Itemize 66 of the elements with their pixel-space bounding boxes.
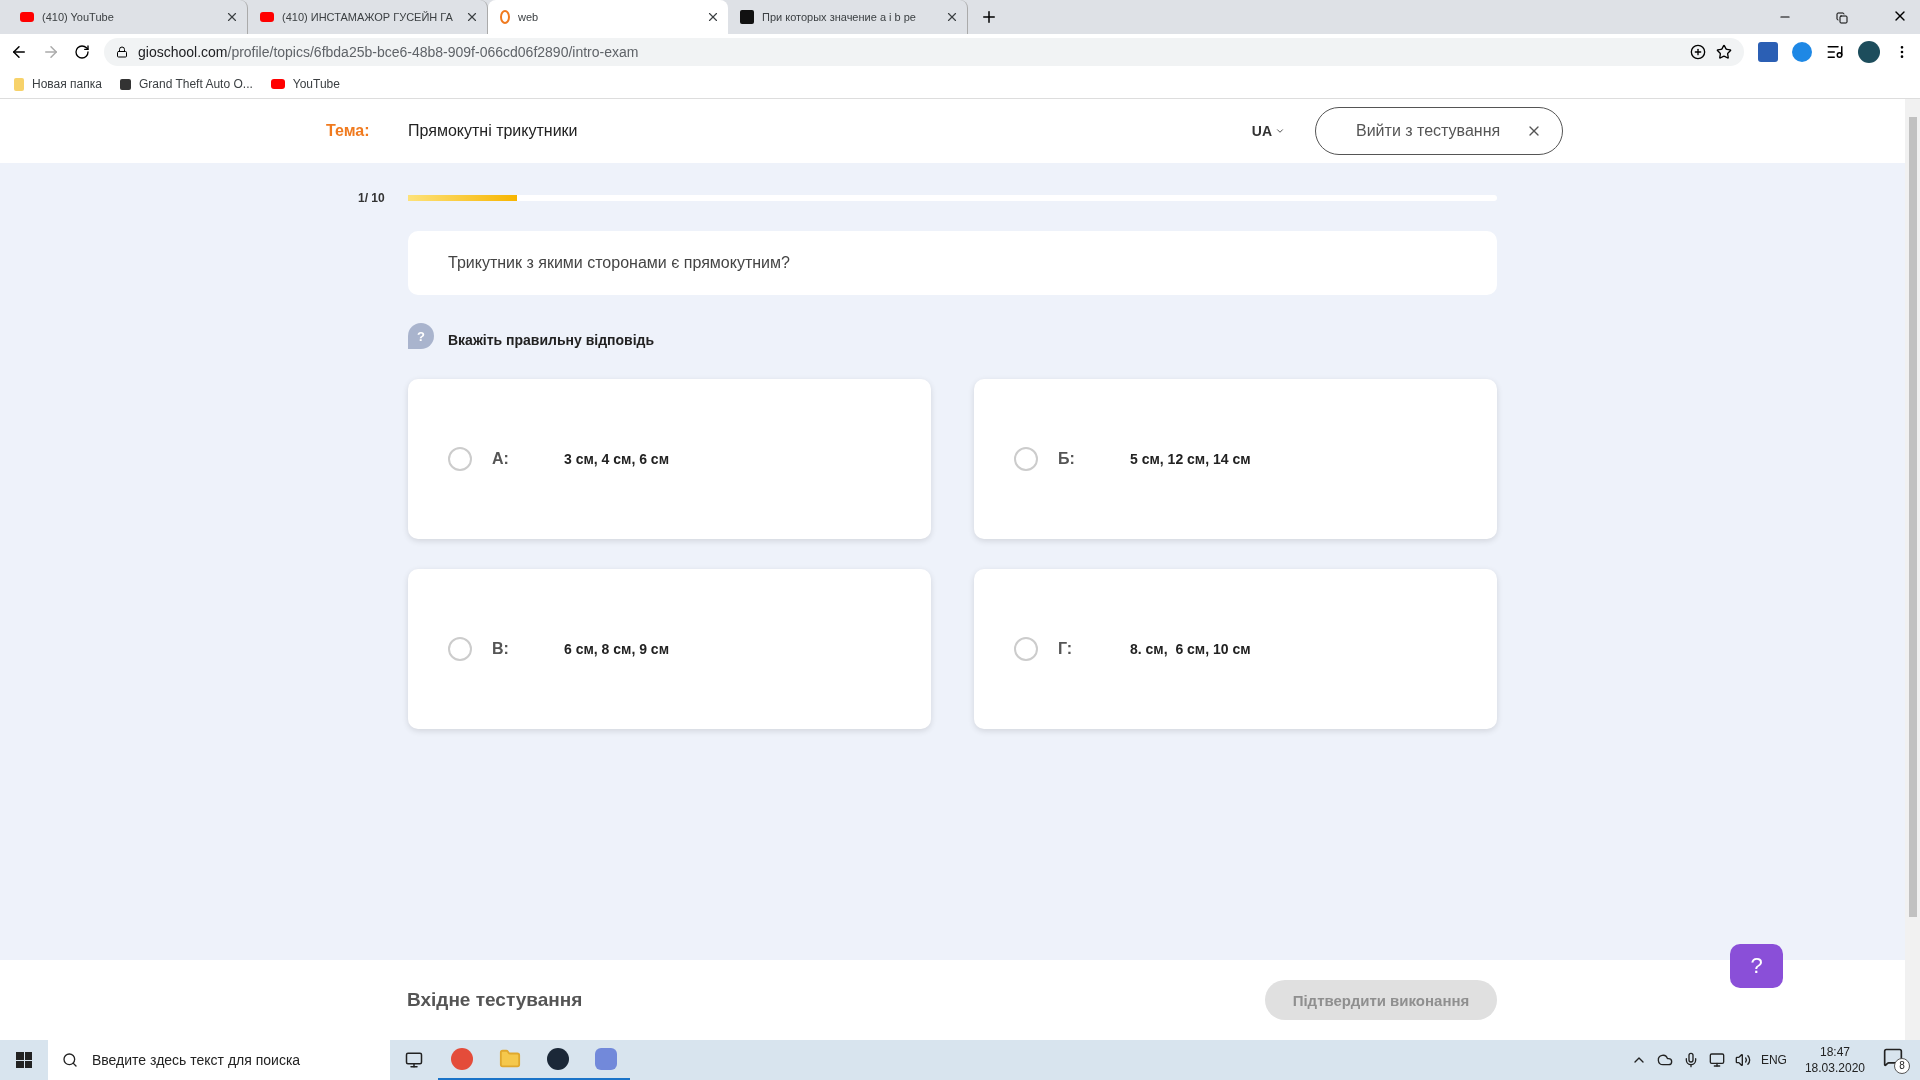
youtube-icon [270, 79, 285, 89]
radio-button[interactable] [1014, 447, 1038, 471]
bookmark[interactable]: Новая папка [14, 77, 102, 91]
site-icon [500, 10, 510, 24]
clock[interactable]: 18:47 18.03.2020 [1804, 1044, 1865, 1076]
question-counter: 1/ 10 [358, 191, 386, 205]
footer-title: Вхідне тестування [407, 989, 583, 1011]
option-text: 8. см, 6 см, 10 см [1130, 641, 1251, 657]
task-view-icon[interactable] [405, 1051, 423, 1069]
answer-option[interactable]: Г: 8. см, 6 см, 10 см [974, 569, 1497, 729]
option-text: 3 см, 4 см, 6 см [564, 451, 669, 467]
instruction-text: Вкажіть правильну відповідь [448, 332, 655, 348]
extension-icon[interactable] [1792, 42, 1812, 62]
volume-icon[interactable] [1734, 1052, 1751, 1068]
network-icon[interactable] [1708, 1052, 1725, 1068]
caret-icon [1275, 126, 1285, 136]
add-icon[interactable] [1690, 44, 1706, 60]
option-letter: Б: [1058, 450, 1076, 468]
folder-icon [14, 77, 24, 91]
bookmark[interactable]: Grand Theft Auto O... [119, 77, 253, 91]
option-letter: А: [492, 450, 510, 468]
answer-option[interactable]: В: 6 см, 8 см, 9 см [408, 569, 931, 729]
radio-button[interactable] [1014, 637, 1038, 661]
media-icon[interactable] [1826, 43, 1844, 61]
bookmark-icon [119, 78, 131, 90]
search-input[interactable]: Введите здесь текст для поиска [90, 1051, 376, 1069]
url-text: gioschool.com/profile/topics/6fbda25b-bce6-48b8-909f-066cd06f2890/intro-exam [138, 44, 640, 60]
new-tab-icon[interactable] [980, 8, 998, 26]
site-icon [740, 10, 754, 24]
close-icon[interactable] [225, 10, 239, 24]
lock-icon [116, 46, 128, 58]
option-text: 5 см, 12 см, 14 см [1130, 451, 1251, 467]
exit-button[interactable]: Вийти з тестування [1315, 107, 1563, 155]
close-icon[interactable] [706, 10, 720, 24]
star-icon[interactable] [1716, 44, 1732, 60]
help-icon: ? [408, 323, 434, 349]
windows-icon[interactable] [16, 1052, 32, 1068]
search-icon [62, 1052, 78, 1068]
reload-icon[interactable] [74, 44, 90, 60]
bookmark[interactable]: YouTube [270, 77, 340, 91]
radio-button[interactable] [448, 447, 472, 471]
avatar-icon[interactable] [1858, 41, 1880, 63]
topic-title: Прямокутні трикутники [408, 122, 579, 140]
option-letter: В: [492, 640, 510, 658]
answer-option[interactable]: А: 3 см, 4 см, 6 см [408, 379, 931, 539]
address-bar[interactable]: gioschool.com/profile/topics/6fbda25b-bce6-48b8-909f-066cd06f2890/intro-exam [104, 38, 1744, 66]
restore-icon[interactable] [1836, 12, 1848, 24]
help-button[interactable]: ? [1730, 944, 1783, 988]
language-select[interactable]: UA [1251, 123, 1285, 139]
back-icon[interactable] [10, 43, 28, 61]
browser-tab[interactable]: web [488, 0, 728, 34]
option-text: 6 см, 8 см, 9 см [564, 641, 669, 657]
cloud-icon[interactable] [1656, 1052, 1673, 1068]
input-language[interactable]: ENG [1760, 1053, 1787, 1067]
question-card: Трикутник з якими сторонами є прямокутним? [408, 231, 1497, 295]
radio-button[interactable] [448, 637, 472, 661]
youtube-icon [260, 12, 274, 22]
option-letter: Г: [1058, 640, 1074, 658]
close-icon[interactable] [945, 10, 959, 24]
youtube-icon [20, 12, 34, 22]
scrollbar-thumb[interactable] [1908, 117, 1917, 917]
notification-count: 8 [1894, 1057, 1910, 1074]
topic-label: Тема: [326, 122, 371, 140]
answer-option[interactable]: Б: 5 см, 12 см, 14 см [974, 379, 1497, 539]
taskbar-search-field[interactable]: Введите здесь текст для поиска [48, 1040, 390, 1080]
close-icon[interactable] [465, 10, 479, 24]
